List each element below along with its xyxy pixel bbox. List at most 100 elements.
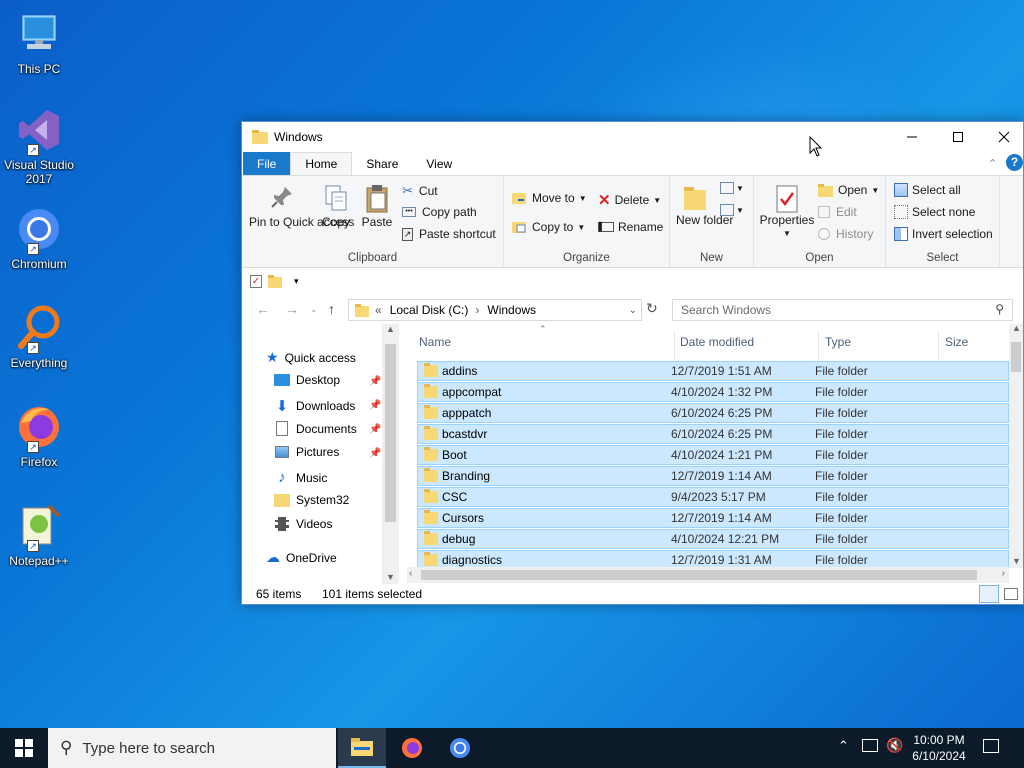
file-row[interactable]: CSC 9/4/2023 5:17 PM File folder [417, 487, 1009, 507]
copy-button[interactable]: Copy [320, 184, 352, 229]
nav-item-onedrive[interactable]: ☁ OneDrive [266, 549, 337, 566]
tab-share[interactable]: Share [352, 152, 412, 175]
tab-view[interactable]: View [412, 152, 466, 175]
list-horizontal-scrollbar[interactable]: ‹ › [407, 567, 1009, 583]
new-folder-button[interactable]: New folder [676, 184, 733, 227]
pin-icon[interactable]: 📌 [369, 424, 381, 435]
pin-quick-access-button[interactable]: Pin to Quick access [248, 184, 354, 229]
address-dropdown-icon[interactable]: ⌄ [629, 305, 637, 316]
list-vertical-scrollbar[interactable]: ▲ ▼ [1009, 323, 1023, 568]
desktop-icon-chromium[interactable]: ↗ Chromium [0, 205, 78, 271]
address-bar[interactable]: « Local Disk (C:) › Windows ⌄ [348, 299, 642, 321]
desktop-icon-everything[interactable]: ↗ Everything [0, 304, 78, 370]
search-icon[interactable]: ⚲ [995, 302, 1004, 316]
easy-access-button[interactable]: ▼ [720, 204, 744, 216]
select-all-button[interactable]: Select all [894, 183, 961, 197]
up-arrow-icon[interactable]: ↑ [328, 301, 335, 317]
minimize-button[interactable] [889, 122, 935, 151]
nav-item-downloads[interactable]: ⬇ Downloads [274, 397, 356, 415]
back-arrow-icon[interactable]: ← [256, 301, 270, 317]
network-icon[interactable] [862, 739, 878, 752]
large-icons-view-icon[interactable] [1004, 588, 1018, 600]
new-folder-qat-icon[interactable] [268, 275, 282, 288]
open-button[interactable]: Open ▼ [818, 183, 879, 197]
scroll-left-icon[interactable]: ‹ [409, 568, 412, 579]
taskbar-chromium[interactable] [436, 728, 484, 768]
column-separator[interactable] [938, 332, 939, 360]
column-header-size[interactable]: Size [945, 324, 968, 360]
scroll-up-icon[interactable]: ▲ [1012, 323, 1021, 333]
breadcrumb-windows[interactable]: Windows [487, 303, 536, 317]
refresh-icon[interactable]: ↻ [646, 300, 658, 317]
breadcrumb-local-disk[interactable]: Local Disk (C:) [390, 303, 469, 317]
file-row[interactable]: appcompat 4/10/2024 1:32 PM File folder [417, 382, 1009, 402]
file-row[interactable]: Boot 4/10/2024 1:21 PM File folder [417, 445, 1009, 465]
properties-button[interactable]: Properties ▼ [758, 184, 816, 240]
copy-to-button[interactable]: Copy to ▼ [512, 220, 585, 234]
delete-button[interactable]: ✕ Delete ▼ [598, 191, 661, 209]
copy-path-button[interactable]: ••• Copy path [402, 205, 477, 219]
taskbar-clock[interactable]: 10:00 PM 6/10/2024 [905, 732, 973, 764]
details-view-icon[interactable] [979, 585, 999, 603]
column-header-type[interactable]: Type [825, 324, 851, 360]
file-row[interactable]: bcastdvr 6/10/2024 6:25 PM File folder [417, 424, 1009, 444]
taskbar-file-explorer[interactable] [338, 728, 386, 768]
nav-scrollbar[interactable]: ▲ ▼ [382, 324, 399, 584]
file-row[interactable]: apppatch 6/10/2024 6:25 PM File folder [417, 403, 1009, 423]
tab-file[interactable]: File [243, 152, 291, 175]
nav-item-quick-access[interactable]: ★ Quick access [266, 349, 356, 366]
nav-scrollbar-thumb[interactable] [385, 344, 396, 522]
show-hidden-icons-chevron-icon[interactable]: ⌃ [838, 738, 849, 754]
nav-item-desktop[interactable]: Desktop [274, 373, 340, 387]
pin-icon[interactable]: 📌 [369, 448, 381, 459]
file-row[interactable]: Cursors 12/7/2019 1:14 AM File folder [417, 508, 1009, 528]
tab-home[interactable]: Home [290, 152, 353, 175]
search-input[interactable]: Search Windows [681, 303, 771, 317]
nav-item-videos[interactable]: Videos [274, 517, 332, 531]
scroll-right-icon[interactable]: › [1002, 568, 1005, 579]
breadcrumb-separator[interactable]: › [475, 303, 479, 317]
taskbar-firefox[interactable] [388, 728, 436, 768]
taskbar-search-input[interactable]: Type here to search [82, 740, 215, 757]
pin-icon[interactable]: 📌 [369, 400, 381, 411]
forward-arrow-icon[interactable]: → [285, 301, 299, 317]
desktop-icon-notepad-plus-plus[interactable]: ↗ Notepad++ [0, 502, 78, 568]
customize-qat-icon[interactable]: ▾ [294, 276, 299, 287]
desktop-icon-visual-studio[interactable]: ↗ Visual Studio 2017 [0, 106, 78, 186]
file-row[interactable]: debug 4/10/2024 12:21 PM File folder [417, 529, 1009, 549]
cut-button[interactable]: ✂ Cut [402, 183, 438, 199]
history-button[interactable]: History [818, 227, 873, 241]
nav-item-system32[interactable]: System32 [274, 493, 349, 507]
column-header-name[interactable]: Name [419, 324, 451, 360]
properties-check-icon[interactable]: ✓ [250, 275, 262, 288]
nav-item-music[interactable]: ♪ Music [274, 469, 327, 486]
address-overflow[interactable]: « [375, 303, 382, 317]
scroll-down-icon[interactable]: ▼ [386, 572, 395, 582]
recent-locations-icon[interactable]: ⌄ [310, 304, 318, 315]
collapse-ribbon-icon[interactable]: ⌃ [988, 157, 997, 170]
pin-icon[interactable]: 📌 [369, 376, 381, 387]
invert-selection-button[interactable]: Invert selection [894, 227, 993, 241]
scroll-down-icon[interactable]: ▼ [1012, 556, 1021, 566]
file-row[interactable]: addins 12/7/2019 1:51 AM File folder [417, 361, 1009, 381]
help-button[interactable]: ? [1006, 154, 1023, 171]
taskbar-search-box[interactable]: ⚲ Type here to search [48, 728, 336, 768]
close-button[interactable] [981, 122, 1024, 151]
action-center-icon[interactable] [983, 739, 999, 753]
nav-item-documents[interactable]: Documents [274, 421, 357, 436]
edit-button[interactable]: Edit [818, 205, 857, 219]
select-none-button[interactable]: Select none [894, 205, 975, 219]
rename-button[interactable]: ▌ Rename [598, 220, 663, 234]
column-header-date-modified[interactable]: Date modified [680, 324, 754, 360]
volume-muted-icon[interactable]: 🔇 [886, 737, 903, 754]
desktop-icon-firefox[interactable]: ↗ Firefox [0, 403, 78, 469]
scroll-up-icon[interactable]: ▲ [386, 324, 395, 334]
column-separator[interactable] [818, 332, 819, 360]
move-to-button[interactable]: Move to ▼ [512, 191, 587, 205]
column-separator[interactable] [674, 332, 675, 360]
paste-shortcut-button[interactable]: ↗ Paste shortcut [402, 227, 496, 241]
maximize-button[interactable] [935, 122, 981, 151]
new-item-button[interactable]: ▼ [720, 182, 744, 194]
list-scrollbar-thumb[interactable] [1011, 342, 1021, 372]
desktop-icon-this-pc[interactable]: This PC [0, 10, 78, 76]
